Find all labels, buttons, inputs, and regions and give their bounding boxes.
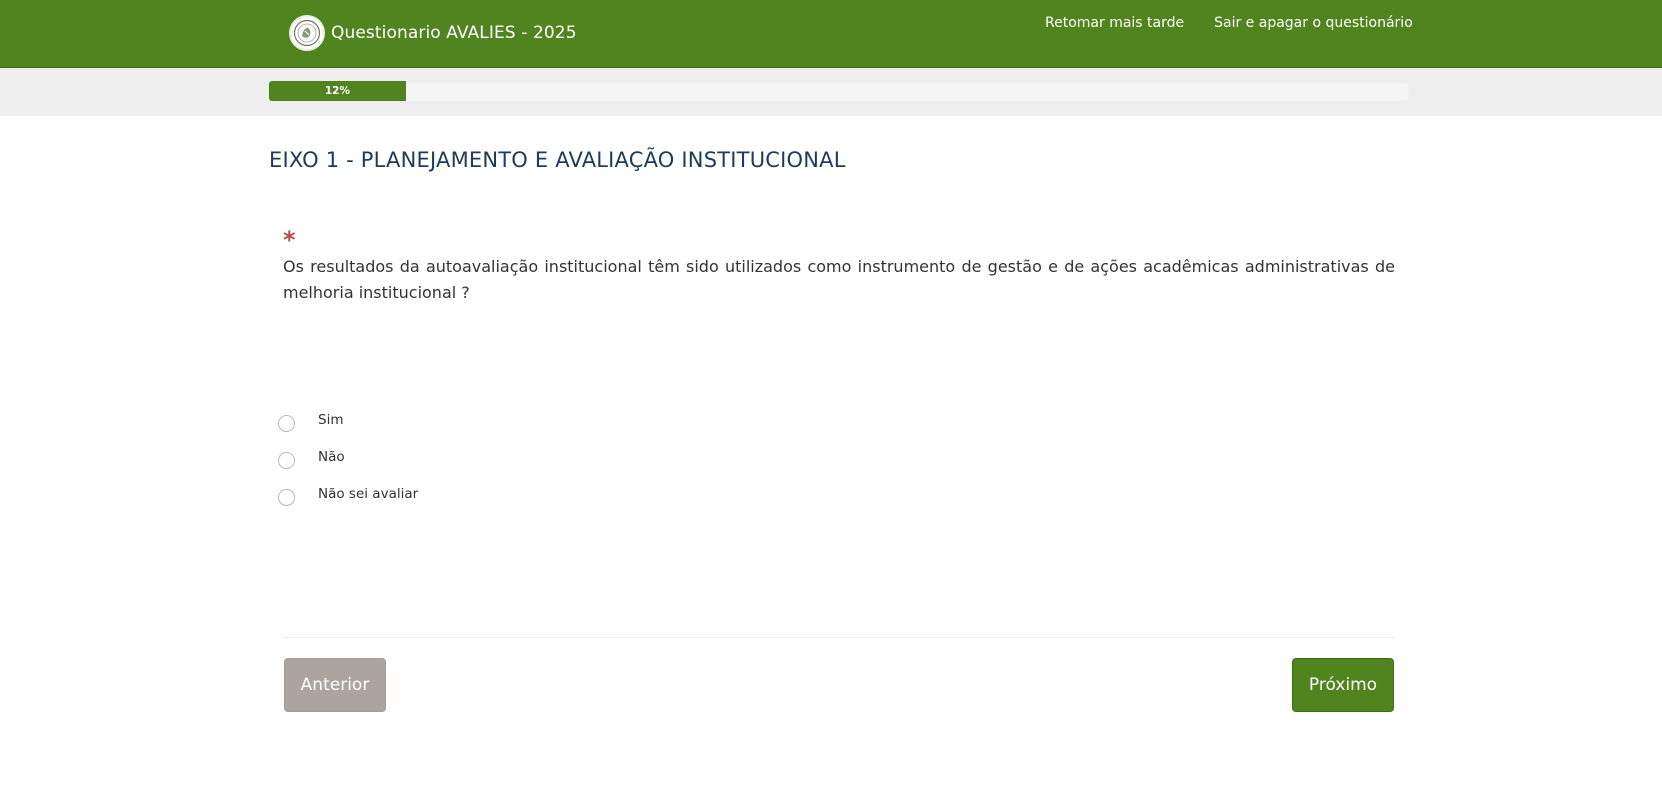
answer-label[interactable]: Não sei avaliar — [318, 486, 418, 502]
radio-button-icon[interactable] — [278, 414, 295, 432]
progress-band: 12% — [0, 68, 1662, 116]
next-button[interactable]: Próximo — [1292, 658, 1394, 712]
header-links: Retomar mais tarde Sair e apagar o quest… — [1030, 15, 1428, 31]
radio-button-icon[interactable] — [278, 451, 295, 469]
top-navbar: Questionario AVALIES - 2025 Retomar mais… — [0, 0, 1662, 68]
answer-label[interactable]: Não — [318, 449, 345, 465]
app-title: Questionario AVALIES - 2025 — [331, 23, 577, 43]
radio-button-icon[interactable] — [278, 488, 295, 506]
divider — [283, 637, 1395, 638]
institution-seal-icon — [289, 15, 325, 51]
progress-fill: 12% — [269, 81, 406, 101]
asterisk-icon: * — [283, 226, 296, 254]
answer-option-nao[interactable]: Não — [278, 447, 418, 469]
question-text: Os resultados da autoavaliação instituci… — [283, 257, 1395, 302]
resume-later-link[interactable]: Retomar mais tarde — [1030, 15, 1199, 31]
answer-options: Sim Não Não sei avaliar — [278, 410, 418, 521]
brand[interactable]: Questionario AVALIES - 2025 — [289, 14, 577, 52]
progress-bar: 12% — [269, 81, 1409, 101]
exit-and-delete-link[interactable]: Sair e apagar o questionário — [1199, 15, 1428, 31]
progress-label: 12% — [324, 85, 350, 97]
answer-option-nao-sei-avaliar[interactable]: Não sei avaliar — [278, 484, 418, 506]
previous-button[interactable]: Anterior — [284, 658, 386, 712]
answer-option-sim[interactable]: Sim — [278, 410, 418, 432]
answer-label[interactable]: Sim — [318, 412, 343, 428]
section-title: EIXO 1 - PLANEJAMENTO E AVALIAÇÃO INSTIT… — [269, 148, 846, 172]
